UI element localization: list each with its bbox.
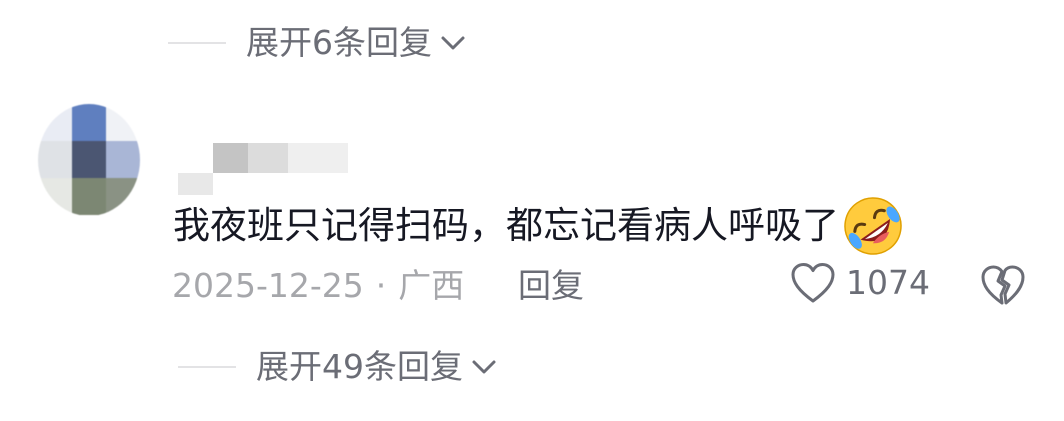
comment-location: 广西 bbox=[398, 266, 465, 305]
expand-replies-label: 展开6条回复 bbox=[246, 23, 432, 62]
expand-replies-top[interactable]: 展开6条回复 bbox=[168, 26, 466, 59]
avatar[interactable] bbox=[38, 104, 140, 216]
comment-meta: 2025-12-25 · 广西 bbox=[172, 266, 464, 306]
comment-body: 我夜班只记得扫码，都忘记看病人呼吸了 bbox=[173, 204, 839, 247]
meta-separator: · bbox=[375, 266, 387, 305]
chevron-down-icon bbox=[472, 360, 496, 373]
comment-text: 我夜班只记得扫码，都忘记看病人呼吸了 bbox=[173, 194, 905, 258]
like-button[interactable]: 1074 bbox=[790, 262, 930, 304]
rolling-on-floor-laughing-icon bbox=[844, 197, 902, 255]
comment-date: 2025-12-25 bbox=[172, 266, 364, 305]
heart-icon bbox=[791, 263, 835, 303]
like-count: 1074 bbox=[846, 263, 930, 302]
broken-heart-icon[interactable] bbox=[980, 263, 1026, 307]
expand-replies-label: 展开49条回复 bbox=[256, 347, 463, 386]
divider-line bbox=[178, 365, 236, 368]
expand-replies-bottom[interactable]: 展开49条回复 bbox=[178, 350, 497, 383]
chevron-down-icon bbox=[441, 36, 465, 49]
divider-line bbox=[168, 41, 226, 44]
reply-button[interactable]: 回复 bbox=[518, 266, 584, 306]
